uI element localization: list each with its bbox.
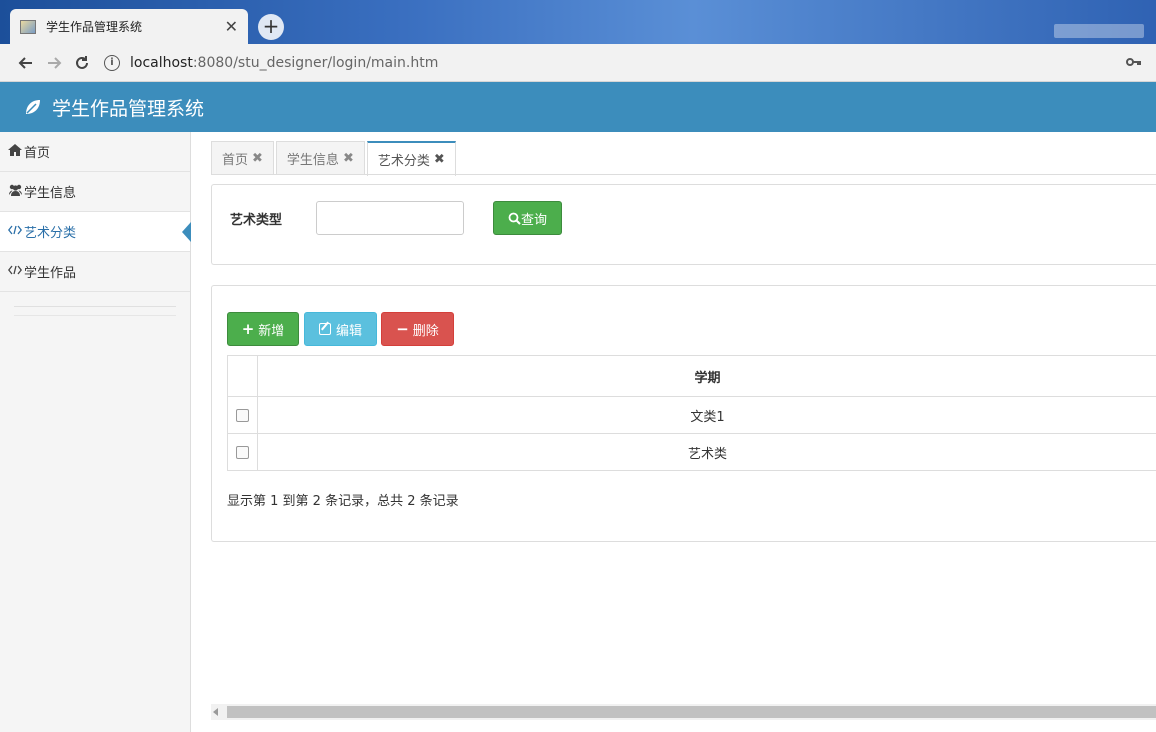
sidebar-item-label: 艺术分类 <box>24 226 77 241</box>
row-checkbox[interactable] <box>236 445 249 459</box>
window-controls <box>1054 24 1144 38</box>
plus-icon: + <box>241 320 255 338</box>
edit-icon <box>318 323 331 335</box>
tab-label: 首页 <box>222 153 249 168</box>
delete-button-label: 删除 <box>412 323 439 339</box>
back-button[interactable] <box>12 49 40 77</box>
home-icon <box>8 144 24 159</box>
edit-button[interactable]: 编辑 <box>304 312 377 346</box>
users-icon <box>8 184 24 199</box>
browser-tab-strip: 学生作品管理系统 ✕ + <box>0 0 1156 44</box>
code-icon <box>7 225 24 238</box>
row-checkbox-cell <box>227 433 258 471</box>
table-header-row: 学期 <box>227 355 1156 397</box>
tab-home[interactable]: 首页 ✖ <box>211 141 274 175</box>
forward-button[interactable] <box>40 49 68 77</box>
list-panel: + 新增 编辑 − 删除 学期 文类1 艺术类 显示第 1 到第 2 条记录，总… <box>211 285 1156 542</box>
tab-label: 学生信息 <box>286 153 339 168</box>
search-panel: 艺术类型 查询 <box>211 184 1156 265</box>
leaf-icon <box>26 100 40 114</box>
address-bar: i localhost:8080/stu_designer/login/main… <box>0 44 1156 82</box>
sidebar-item-student-works[interactable]: 学生作品 <box>0 252 190 292</box>
page-tabs: 首页 ✖ 学生信息 ✖ 艺术分类 ✖ <box>211 141 458 176</box>
sidebar-item-student-info[interactable]: 学生信息 <box>0 172 190 212</box>
table-cell: 文类1 <box>257 396 1156 434</box>
search-button[interactable]: 查询 <box>493 201 562 235</box>
row-checkbox-cell <box>227 396 258 434</box>
reload-button[interactable] <box>68 49 96 77</box>
delete-button[interactable]: − 删除 <box>381 312 454 346</box>
search-label: 艺术类型 <box>230 213 283 228</box>
sidebar: 首页 学生信息 艺术分类 学生作品 <box>0 132 191 732</box>
forward-arrow-icon <box>48 56 62 69</box>
add-button[interactable]: + 新增 <box>227 312 299 346</box>
tab-student-info[interactable]: 学生信息 ✖ <box>275 141 365 175</box>
main-content: 首页 ✖ 学生信息 ✖ 艺术分类 ✖ 艺术类型 查询 + 新增 编辑 − 删除 … <box>191 132 1156 732</box>
row-checkbox[interactable] <box>236 408 249 422</box>
scroll-left-icon[interactable] <box>213 708 218 716</box>
new-tab-button[interactable]: + <box>258 14 284 40</box>
info-icon[interactable]: i <box>104 54 120 71</box>
horizontal-scrollbar[interactable] <box>211 704 1156 720</box>
scrollbar-thumb[interactable] <box>227 706 1156 718</box>
edit-button-label: 编辑 <box>335 323 362 339</box>
search-icon <box>508 212 521 225</box>
sidebar-item-label: 学生信息 <box>24 186 77 201</box>
table-row[interactable]: 文类1 <box>227 396 1156 434</box>
url-path: :8080/stu_designer/login/main.htm <box>192 54 439 71</box>
sidebar-item-home[interactable]: 首页 <box>0 132 190 172</box>
favicon-icon <box>20 19 36 34</box>
url-input[interactable]: i localhost:8080/stu_designer/login/main… <box>104 49 1126 77</box>
code-icon <box>7 265 24 278</box>
sidebar-item-label: 首页 <box>24 146 51 161</box>
sidebar-divider <box>14 306 176 316</box>
art-type-input[interactable] <box>316 201 464 235</box>
key-icon[interactable] <box>1126 55 1142 71</box>
close-icon[interactable]: ✖ <box>434 152 445 167</box>
app-title: 学生作品管理系统 <box>52 97 205 120</box>
app-header: 学生作品管理系统 <box>0 82 1156 132</box>
back-arrow-icon <box>18 56 32 69</box>
add-button-label: 新增 <box>258 323 285 339</box>
tabs-divider <box>211 174 1156 175</box>
close-tab-icon[interactable]: ✕ <box>225 17 238 36</box>
browser-tab-title: 学生作品管理系统 <box>46 20 143 34</box>
reload-icon <box>76 55 88 69</box>
search-button-label: 查询 <box>520 212 547 228</box>
sidebar-item-art-category[interactable]: 艺术分类 <box>0 212 191 252</box>
table-row[interactable]: 艺术类 <box>227 433 1156 471</box>
close-icon[interactable]: ✖ <box>252 151 263 166</box>
url-host: localhost <box>130 54 193 71</box>
tab-label: 艺术分类 <box>377 154 430 169</box>
tab-art-category[interactable]: 艺术分类 ✖ <box>366 141 456 176</box>
table-cell: 艺术类 <box>257 433 1156 471</box>
sidebar-item-label: 学生作品 <box>24 266 77 281</box>
browser-tab[interactable]: 学生作品管理系统 ✕ <box>10 9 248 44</box>
data-table: 学期 文类1 艺术类 <box>227 355 1156 471</box>
close-icon[interactable]: ✖ <box>343 151 354 166</box>
select-all-cell <box>227 355 258 397</box>
pagination-info: 显示第 1 到第 2 条记录，总共 2 条记录 <box>227 494 459 509</box>
column-header-semester[interactable]: 学期 <box>257 355 1156 397</box>
minus-icon: − <box>396 320 409 338</box>
